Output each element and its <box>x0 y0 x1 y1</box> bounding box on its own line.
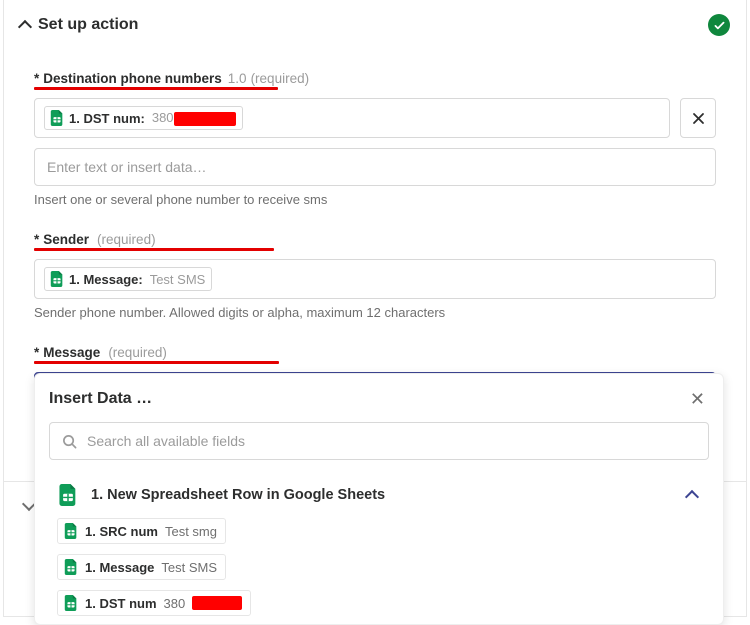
dest-input-row: 1. DST num: 380 <box>34 98 716 138</box>
annotation-underline <box>34 248 274 251</box>
dropdown-search[interactable] <box>49 422 709 460</box>
sheets-icon <box>64 595 78 611</box>
label-required: (required) <box>97 232 156 247</box>
label-text: Message <box>43 345 100 360</box>
field-destination: * Destination phone numbers 1.0 (require… <box>34 68 716 207</box>
item-title: 1. DST num <box>85 596 157 611</box>
close-icon[interactable]: ✕ <box>686 388 709 410</box>
field-label-sender: * Sender (required) <box>34 232 156 247</box>
sheets-icon <box>57 482 79 508</box>
dest-help-text: Insert one or several phone number to re… <box>34 192 716 207</box>
label-text: Sender <box>43 232 89 247</box>
field-sender: * Sender (required) 1. Message: Test SMS… <box>34 229 716 320</box>
pill-title: 1. DST num: <box>69 111 145 126</box>
dropdown-items: 1. SRC num Test smg 1. Message Test SMS 1. D… <box>49 518 709 616</box>
required-asterisk: * <box>34 345 39 360</box>
section-header-left: Set up action <box>20 16 138 34</box>
chevron-up-icon <box>18 20 32 34</box>
required-asterisk: * <box>34 71 39 86</box>
dest-text-input[interactable] <box>34 148 716 186</box>
dest-text-row <box>34 148 716 186</box>
dropdown-source-title: 1. New Spreadsheet Row in Google Sheets <box>91 487 385 503</box>
sender-input-row: 1. Message: Test SMS <box>34 259 716 299</box>
dropdown-source-row[interactable]: 1. New Spreadsheet Row in Google Sheets <box>49 478 709 518</box>
setup-action-panel: Set up action * Destination phone number… <box>3 0 747 617</box>
annotation-underline <box>34 361 279 364</box>
dest-pill[interactable]: 1. DST num: 380 <box>44 106 243 130</box>
item-value: Test smg <box>165 524 217 539</box>
clear-button[interactable] <box>680 98 716 138</box>
dest-pill-input[interactable]: 1. DST num: 380 <box>34 98 670 138</box>
search-icon <box>62 434 77 449</box>
sender-pill[interactable]: 1. Message: Test SMS <box>44 267 212 291</box>
search-input[interactable] <box>87 433 696 449</box>
label-version: 1.0 <box>228 71 247 86</box>
dropdown-title: Insert Data … <box>49 390 152 408</box>
sheets-icon <box>50 110 64 126</box>
field-label-message: * Message (required) <box>34 345 167 360</box>
insert-data-dropdown: Insert Data … ✕ 1. New Spreadsheet Row i… <box>34 373 724 625</box>
pill-title: 1. Message: <box>69 272 143 287</box>
form-area: * Destination phone numbers 1.0 (require… <box>4 42 746 412</box>
item-value: 380 <box>164 596 186 611</box>
item-value: Test SMS <box>161 560 217 575</box>
dropdown-source-left: 1. New Spreadsheet Row in Google Sheets <box>57 482 385 508</box>
label-required: (required) <box>251 71 310 86</box>
section-header[interactable]: Set up action <box>4 0 746 42</box>
status-check-icon <box>708 14 730 36</box>
chevron-up-icon <box>685 489 699 503</box>
dropdown-header: Insert Data … ✕ <box>49 388 709 410</box>
field-label-destination: * Destination phone numbers 1.0 (require… <box>34 71 309 86</box>
label-text: Destination phone numbers <box>43 71 222 86</box>
redacted-value <box>174 112 236 126</box>
dropdown-item[interactable]: 1. DST num 380 <box>57 590 251 616</box>
sender-pill-input[interactable]: 1. Message: Test SMS <box>34 259 716 299</box>
item-title: 1. SRC num <box>85 524 158 539</box>
pill-value: Test SMS <box>150 272 206 287</box>
required-asterisk: * <box>34 232 39 247</box>
label-required: (required) <box>108 345 167 360</box>
sheets-icon <box>64 523 78 539</box>
pill-value: 380 <box>152 110 236 126</box>
sheets-icon <box>64 559 78 575</box>
item-title: 1. Message <box>85 560 154 575</box>
dropdown-item[interactable]: 1. Message Test SMS <box>57 554 226 580</box>
section-title: Set up action <box>38 16 138 34</box>
sender-help-text: Sender phone number. Allowed digits or a… <box>34 305 716 320</box>
annotation-underline <box>34 87 278 90</box>
sheets-icon <box>50 271 64 287</box>
dropdown-item[interactable]: 1. SRC num Test smg <box>57 518 226 544</box>
redacted-value <box>192 596 242 610</box>
